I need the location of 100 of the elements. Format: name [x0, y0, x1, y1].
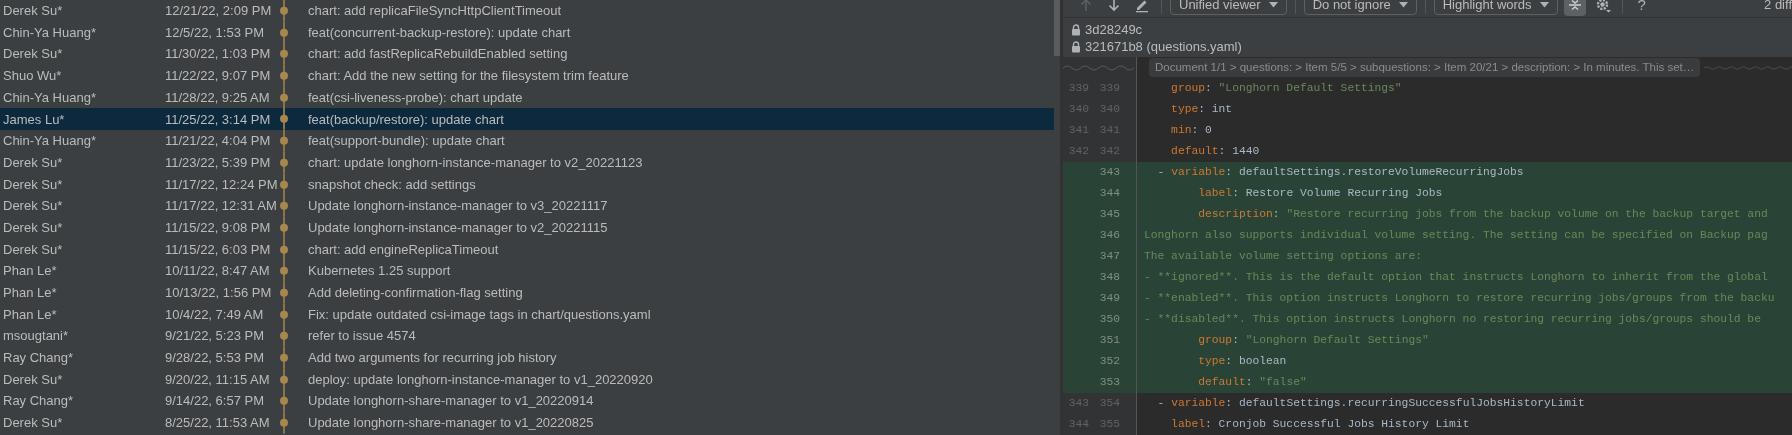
line-number: 344: [1098, 186, 1120, 202]
line-number: 346: [1098, 228, 1120, 244]
date-text: 8/25/22, 11:53 AM: [165, 414, 271, 433]
dropdown[interactable]: Unified viewer: [1170, 0, 1287, 15]
code-line: group: "Longhorn Default Settings": [1197, 333, 1429, 349]
date-text: 11/28/22, 9:25 AM: [165, 88, 271, 107]
line-number: 350: [1098, 312, 1120, 328]
collapse-toggle[interactable]: [1563, 0, 1586, 16]
commit-message: snapshot check: add settings: [307, 175, 476, 194]
commit-message: chart: add engineReplicaTimeout: [307, 240, 499, 259]
date-text: 10/13/22, 1:56 PM: [165, 284, 273, 303]
commit-row[interactable]: Phan Le* 10/11/22, 8:47 AM Kubernetes 1.25 support: [0, 260, 1054, 282]
code-line: description: "Restore recurring jobs from the backup volume on the backup target and: [1197, 207, 1768, 223]
date-text: 11/15/22, 9:08 PM: [165, 218, 272, 237]
author-text: Ray Chang*: [2, 392, 75, 411]
code-line: - **ignored**. This is the default option that instructs Longhorn to inherit from the global: [1143, 270, 1768, 286]
author-text: Chin-Ya Huang*: [2, 88, 97, 107]
code-line: - **enabled**. This option instructs Longhorn to restore recurring jobs/groups from the backu: [1143, 291, 1775, 307]
line-number: 345: [1098, 207, 1120, 223]
commit-row[interactable]: James Lu* 11/25/22, 3:14 PM feat(backup/restore): update chart: [0, 108, 1054, 131]
commit-row[interactable]: Derek Su* 11/17/22, 12:24 PM snapshot check: add settings: [0, 173, 1054, 196]
caret-icon: [1539, 2, 1549, 8]
commit-row[interactable]: Derek Su* 11/23/22, 5:39 PM chart: update longhorn-instance-manager to v2_20221123: [0, 151, 1054, 174]
commit-message: chart: Add the new setting for the filesystem trim feature: [307, 67, 629, 86]
commit-message: feat(backup/restore): update chart: [307, 110, 504, 129]
commit-row[interactable]: Derek Su* 8/25/22, 11:53 AM Update longhorn-share-manager to v1_20220825: [0, 412, 1054, 434]
date-text: 9/21/22, 5:23 PM: [165, 327, 265, 346]
commit-message: refer to issue 4574: [307, 327, 416, 346]
dropdown[interactable]: Highlight words: [1433, 0, 1558, 15]
author-text: msougtani*: [2, 327, 70, 346]
date-text: 11/15/22, 6:03 PM: [165, 240, 272, 259]
author-text: Derek Su*: [2, 370, 64, 389]
lock-icon: [1071, 23, 1081, 36]
commit-row[interactable]: Shuo Wu* 11/22/22, 9:07 PM chart: Add the new setting for the filesystem trim feature: [0, 65, 1054, 87]
date-text: 9/28/22, 5:53 PM: [165, 349, 265, 368]
line-number: 347: [1098, 249, 1120, 265]
line-number: 351: [1098, 333, 1120, 349]
date-text: 12/5/22, 1:53 PM: [165, 23, 265, 42]
commit-row[interactable]: Phan Le* 10/13/22, 1:56 PM Add deleting-confirmation-flag setting: [0, 281, 1054, 304]
code-line: - variable: defaultSettings.restoreVolumeRecurringJobs: [1156, 165, 1524, 181]
help-button[interactable]: ?: [1630, 0, 1653, 16]
commit-row[interactable]: Phan Le* 10/4/22, 7:49 AM Fix: update outdated csi-image tags in chart/questions.yaml: [0, 303, 1054, 326]
date-text: 11/21/22, 4:04 PM: [165, 132, 272, 151]
code-line: - **disabled**. This option instructs Longhorn no restoring recurring jobs/groups should be: [1143, 312, 1761, 328]
code-line: Longhorn also supports individual volume setting. The setting can be specified on Backup pag: [1143, 228, 1768, 244]
commit-row[interactable]: msougtani* 9/21/22, 5:23 PM refer to issue 4574: [0, 325, 1054, 347]
commit-message: chart: update longhorn-instance-manager to v2_20221123: [307, 153, 643, 172]
commit-row[interactable]: Chin-Ya Huang* 11/21/22, 4:04 PM feat(support-bundle): update chart: [0, 130, 1054, 152]
commit-row[interactable]: Chin-Ya Huang* 11/28/22, 9:25 AM feat(csi-liveness-probe): chart update: [0, 86, 1054, 109]
scrollbar-thumb[interactable]: [1054, 0, 1060, 56]
code-line: label: Restore Volume Recurring Jobs: [1197, 186, 1443, 202]
commit-row[interactable]: Derek Su* 11/30/22, 1:03 PM chart: add fastReplicaRebuildEnabled setting: [0, 43, 1054, 66]
author-text: Chin-Ya Huang*: [2, 132, 97, 151]
arrow-up-icon: [1078, 0, 1094, 13]
code-line: - variable: defaultSettings.recurringSuccessfulJobsHistoryLimit: [1156, 396, 1585, 412]
author-text: Derek Su*: [2, 153, 64, 172]
author-text: Phan Le*: [2, 284, 58, 303]
commit-message: feat(concurrent-backup-restore): update chart: [307, 23, 571, 42]
commit-message: Update longhorn-instance-manager to v2_20221115: [307, 218, 608, 237]
date-text: 9/20/22, 11:15 AM: [165, 370, 271, 389]
breadcrumb[interactable]: Document 1/1 > questions: > Item 5/5 > subquestions: > Item 20/21 > description: > In minutes. This set…: [1149, 58, 1701, 77]
pencil-icon: [1134, 0, 1150, 13]
commit-message: Update longhorn-share-manager to v1_20220914: [307, 392, 594, 411]
author-text: Derek Su*: [2, 414, 64, 433]
caret-icon: [1268, 2, 1278, 8]
author-text: Derek Su*: [2, 175, 64, 194]
commit-row[interactable]: Chin-Ya Huang* 12/5/22, 1:53 PM feat(concurrent-backup-restore): update chart: [0, 21, 1054, 44]
commit-row[interactable]: Ray Chang* 9/14/22, 6:57 PM Update longhorn-share-manager to v1_20220914: [0, 390, 1054, 413]
arrow-down-icon: [1106, 0, 1122, 13]
commit-message: Add deleting-confirmation-flag setting: [307, 284, 523, 303]
author-text: Derek Su*: [2, 45, 64, 64]
code-line: label: Cronjob Successful Jobs History Limit: [1170, 417, 1470, 433]
author-text: Shuo Wu*: [2, 67, 63, 86]
commit-row[interactable]: Derek Su* 11/15/22, 9:08 PM Update longhorn-instance-manager to v2_20221115: [0, 216, 1054, 239]
commit-message: deploy: update longhorn-instance-manager to v1_20220920: [307, 370, 653, 389]
commit-row[interactable]: Ray Chang* 9/28/22, 5:53 PM Add two arguments for recurring job history: [0, 347, 1054, 369]
revision-label: 3d28249c: [1085, 20, 1143, 39]
line-number: 352: [1098, 354, 1120, 370]
commit-message: Fix: update outdated csi-image tags in chart/questions.yaml: [307, 305, 651, 324]
revision-label: 321671b8 (questions.yaml): [1085, 37, 1242, 56]
code-line: The available volume setting options are:: [1143, 249, 1422, 265]
commit-row[interactable]: Derek Su* 11/17/22, 12:31 AM Update longhorn-instance-manager to v3_20221117: [0, 195, 1054, 217]
author-text: Derek Su*: [2, 218, 64, 237]
commit-row[interactable]: Derek Su* 11/15/22, 6:03 PM chart: add engineReplicaTimeout: [0, 238, 1054, 261]
author-text: Chin-Ya Huang*: [2, 23, 97, 42]
line-number: 348: [1098, 270, 1120, 286]
lock-icon: [1071, 40, 1081, 53]
date-text: 12/21/22, 2:09 PM: [165, 2, 273, 21]
commit-message: Kubernetes 1.25 support: [307, 262, 451, 281]
author-text: Derek Su*: [2, 2, 64, 21]
code-line: group: "Longhorn Default Settings": [1170, 81, 1402, 97]
dropdown[interactable]: Do not ignore: [1303, 0, 1417, 15]
commit-row[interactable]: Derek Su* 12/21/22, 2:09 PM chart: add replicaFileSyncHttpClientTimeout: [0, 0, 1054, 22]
line-number: 343: [1098, 165, 1120, 181]
commit-message: feat(support-bundle): update chart: [307, 132, 505, 151]
commit-message: chart: add replicaFileSyncHttpClientTimeout: [307, 2, 562, 21]
caret-icon: [1398, 2, 1408, 8]
author-text: Phan Le*: [2, 305, 58, 324]
commit-row[interactable]: Derek Su* 9/20/22, 11:15 AM deploy: update longhorn-instance-manager to v1_20220920: [0, 368, 1054, 391]
commit-message: feat(csi-liveness-probe): chart update: [307, 88, 523, 107]
